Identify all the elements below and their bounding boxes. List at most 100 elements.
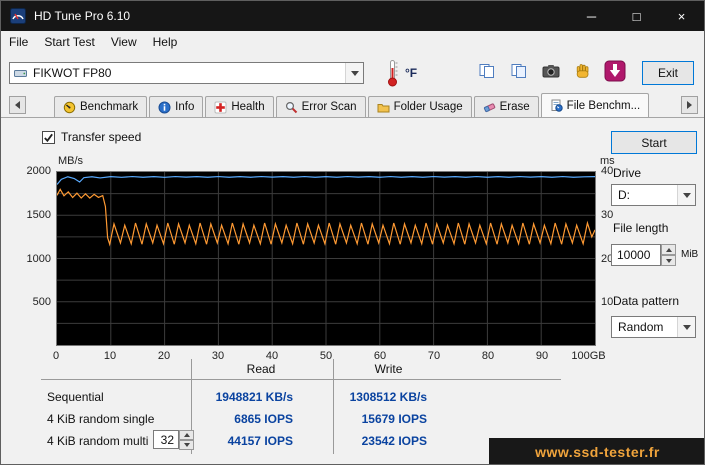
- tab-erase[interactable]: Erase: [473, 96, 539, 117]
- data-pattern-label: Data pattern: [613, 294, 680, 308]
- file-length-unit-label: MiB: [681, 249, 699, 260]
- app-window: HD Tune Pro 6.10 ─ □ × File Start Test V…: [0, 0, 705, 465]
- chevron-right-icon: [687, 101, 692, 109]
- window-controls: ─ □ ×: [569, 1, 704, 31]
- result-write-value: 23542 IOPS: [361, 434, 427, 448]
- info-icon: [158, 101, 171, 114]
- check-icon: [44, 133, 53, 142]
- menu-help[interactable]: Help: [145, 32, 186, 52]
- triangle-down-icon: [665, 258, 672, 263]
- x-tick: 50: [319, 350, 333, 362]
- write-column-header: Write: [374, 362, 403, 376]
- tab-label: Folder Usage: [393, 101, 463, 113]
- tab-folder-usage[interactable]: Folder Usage: [367, 96, 472, 117]
- y-right-tick: 10: [601, 296, 614, 309]
- watermark: www.ssd-tester.fr: [489, 438, 704, 464]
- minimize-button[interactable]: ─: [569, 1, 614, 31]
- chevron-down-icon: [677, 317, 695, 337]
- toolbar: FIKWOT FP80 °F Exit: [1, 53, 704, 93]
- drive-icon: [14, 68, 27, 79]
- health-icon: [214, 101, 227, 114]
- tab-bar: Benchmark Info Health Error Scan Folder …: [1, 93, 704, 117]
- result-read-value: 1948821 KB/s: [215, 390, 293, 404]
- thermometer-icon: [386, 59, 399, 87]
- data-pattern-value: Random: [618, 320, 664, 334]
- tab-benchmark[interactable]: Benchmark: [54, 96, 148, 117]
- screenshot-button[interactable]: [537, 59, 565, 87]
- tab-strip: Benchmark Info Health Error Scan Folder …: [30, 93, 679, 117]
- copy-image-button[interactable]: [505, 59, 533, 87]
- chevron-down-icon: [345, 63, 363, 83]
- copy-text-icon: [478, 63, 496, 84]
- file-benchmark-icon: [550, 99, 563, 112]
- tab-label: File Benchm...: [566, 99, 641, 112]
- result-row-label: 4 KiB random single: [47, 412, 155, 426]
- x-tick: 40: [265, 350, 279, 362]
- x-tick: 30: [211, 350, 225, 362]
- transfer-speed-checkbox[interactable]: [42, 130, 55, 144]
- file-length-spin-down[interactable]: [661, 255, 676, 266]
- menubar: File Start Test View Help: [1, 31, 704, 53]
- chart-canvas: [57, 172, 595, 345]
- tab-label: Erase: [499, 101, 530, 113]
- tab-error-scan[interactable]: Error Scan: [275, 96, 366, 117]
- y-left-tick: 1000: [26, 252, 51, 265]
- folder-icon: [377, 101, 390, 114]
- result-write-value: 15679 IOPS: [361, 412, 427, 426]
- tab-file-benchmark[interactable]: File Benchm...: [540, 93, 650, 117]
- app-icon: [10, 8, 26, 24]
- drive-selector[interactable]: FIKWOT FP80: [9, 62, 364, 84]
- result-read-value: 44157 IOPS: [227, 434, 293, 448]
- y-right-tick: 30: [601, 208, 614, 221]
- result-row-label: Sequential: [47, 390, 104, 404]
- x-tick: 0: [52, 350, 60, 362]
- drive-select[interactable]: D:: [611, 184, 696, 206]
- menu-view[interactable]: View: [103, 32, 145, 52]
- tab-label: Error Scan: [301, 101, 357, 113]
- result-row-label: 4 KiB random multi: [47, 434, 149, 448]
- tab-health[interactable]: Health: [205, 96, 274, 117]
- x-tick: 100GB: [571, 350, 606, 362]
- titlebar: HD Tune Pro 6.10 ─ □ ×: [1, 1, 704, 31]
- tab-label: Benchmark: [80, 101, 139, 113]
- table-divider-horizontal: [41, 379, 561, 380]
- chevron-down-icon: [677, 185, 695, 205]
- tab-info[interactable]: Info: [149, 96, 204, 117]
- y-left-axis-unit: MB/s: [58, 155, 84, 167]
- save-results-button[interactable]: [601, 59, 629, 87]
- tab-scroll-left[interactable]: [9, 96, 26, 114]
- y-left-axis-ticks: 500 1000 1500 2000: [17, 165, 53, 346]
- hand-icon: [575, 62, 591, 84]
- file-length-input[interactable]: 10000: [611, 244, 661, 266]
- download-icon: [604, 60, 626, 87]
- window-title: HD Tune Pro 6.10: [34, 9, 131, 23]
- triangle-up-icon: [665, 247, 672, 252]
- menu-start-test[interactable]: Start Test: [36, 32, 102, 52]
- data-pattern-select[interactable]: Random: [611, 316, 696, 338]
- copy-image-icon: [510, 63, 528, 84]
- camera-icon: [542, 64, 560, 83]
- drive-label: Drive: [613, 166, 642, 180]
- y-left-tick: 1500: [26, 208, 51, 221]
- benchmark-chart: [56, 171, 596, 346]
- tab-label: Info: [175, 101, 195, 113]
- x-axis-ticks: 0 10 20 30 40 50 60 70 80 90 100GB: [52, 350, 606, 363]
- start-button[interactable]: Start: [611, 131, 697, 154]
- copy-text-button[interactable]: [473, 59, 501, 87]
- exit-button[interactable]: Exit: [642, 61, 694, 85]
- maximize-button[interactable]: □: [614, 1, 659, 31]
- menu-file[interactable]: File: [1, 32, 36, 52]
- x-tick: 60: [373, 350, 387, 362]
- close-button[interactable]: ×: [659, 1, 704, 31]
- pan-tool-button[interactable]: [569, 59, 597, 87]
- y-left-tick: 2000: [26, 165, 51, 177]
- result-read-value: 6865 IOPS: [234, 412, 293, 426]
- x-tick: 70: [427, 350, 441, 362]
- error-scan-icon: [285, 101, 298, 114]
- x-tick: 10: [103, 350, 117, 362]
- file-length-spin-up[interactable]: [661, 244, 676, 255]
- drive-selector-value: FIKWOT FP80: [33, 66, 112, 80]
- tab-scroll-right[interactable]: [681, 96, 698, 114]
- y-right-tick: 40: [601, 165, 614, 177]
- read-column-header: Read: [246, 362, 276, 376]
